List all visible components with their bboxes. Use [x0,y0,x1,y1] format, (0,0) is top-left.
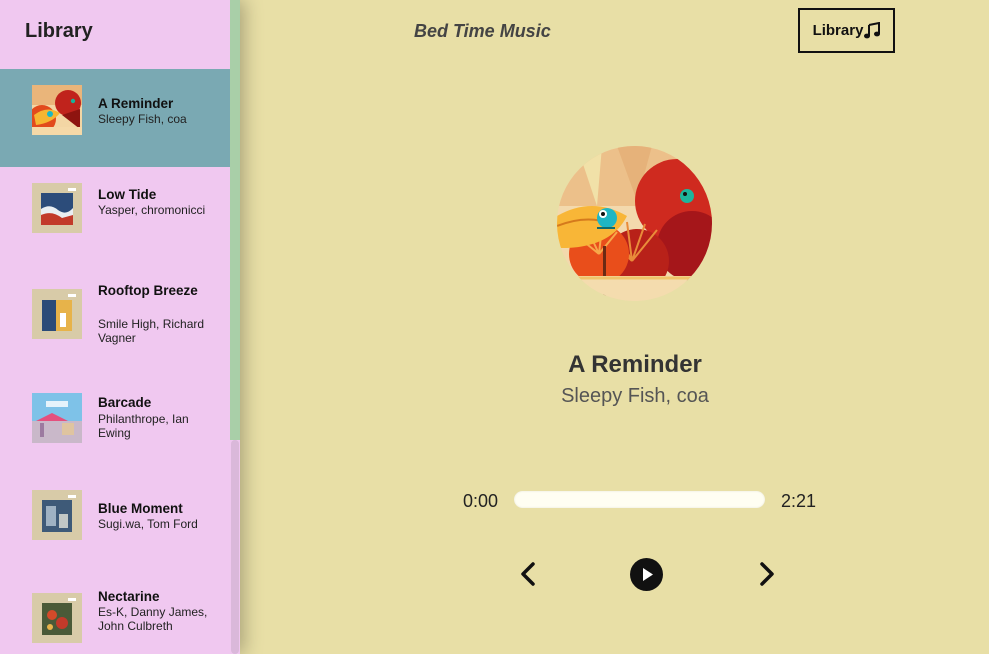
progress-slider[interactable] [514,491,765,508]
now-playing-title: A Reminder [568,351,702,378]
chevron-right-icon [760,562,774,586]
album-cover [32,85,82,135]
now-playing-album-art [557,146,712,301]
song-name: Low Tide [98,187,157,202]
song-artist: Smile High, Richard Vagner [98,317,205,345]
library-toggle-button[interactable]: Library [798,8,895,53]
library-song-item[interactable]: Rooftop Breeze Smile High, Richard Vagne… [0,265,230,369]
song-name: Rooftop Breeze [98,283,198,298]
play-button[interactable] [630,558,663,596]
album-cover [32,289,82,339]
duration-time: 2:21 [781,491,817,511]
chevron-left-icon [521,562,535,586]
current-time: 0:00 [463,491,499,511]
song-name: A Reminder [98,96,174,111]
now-playing-artist: Sleepy Fish, coa [561,385,709,407]
sidebar-scrollbar-lower [231,440,239,654]
song-artist: Sugi.wa, Tom Ford [98,517,198,531]
library-song-item[interactable]: Barcade Philanthrope, Ian Ewing [0,369,230,469]
library-song-item[interactable]: A Reminder Sleepy Fish, coa [0,69,230,167]
sidebar-scrollbar-thumb[interactable] [230,0,240,440]
song-artist: Sleepy Fish, coa [98,112,187,126]
library-song-item[interactable]: Low Tide Yasper, chromonicci [0,167,230,265]
library-sidebar: Library A Reminder Sleepy Fish, coa Low … [0,0,240,654]
song-name: Blue Moment [98,501,183,516]
album-cover [32,183,82,233]
album-cover [32,393,82,443]
song-artist: Philanthrope, Ian Ewing [98,412,189,440]
previous-button[interactable] [517,561,539,592]
song-artist: Yasper, chromonicci [98,203,206,217]
music-note-icon [864,22,881,39]
library-button-label: Library [812,22,864,39]
app-title: Bed Time Music [414,21,551,41]
library-song-item[interactable]: Nectarine Es-K, Danny James, John Culbre… [0,567,230,654]
song-name: Nectarine [98,589,160,604]
library-song-item[interactable]: Blue Moment Sugi.wa, Tom Ford [0,469,230,567]
song-name: Barcade [98,395,152,410]
album-cover [32,593,82,643]
next-button[interactable] [756,561,778,592]
play-icon [630,558,663,591]
album-cover [32,490,82,540]
sidebar-title: Library [25,20,93,42]
song-artist: Es-K, Danny James, John Culbreth [98,605,208,633]
